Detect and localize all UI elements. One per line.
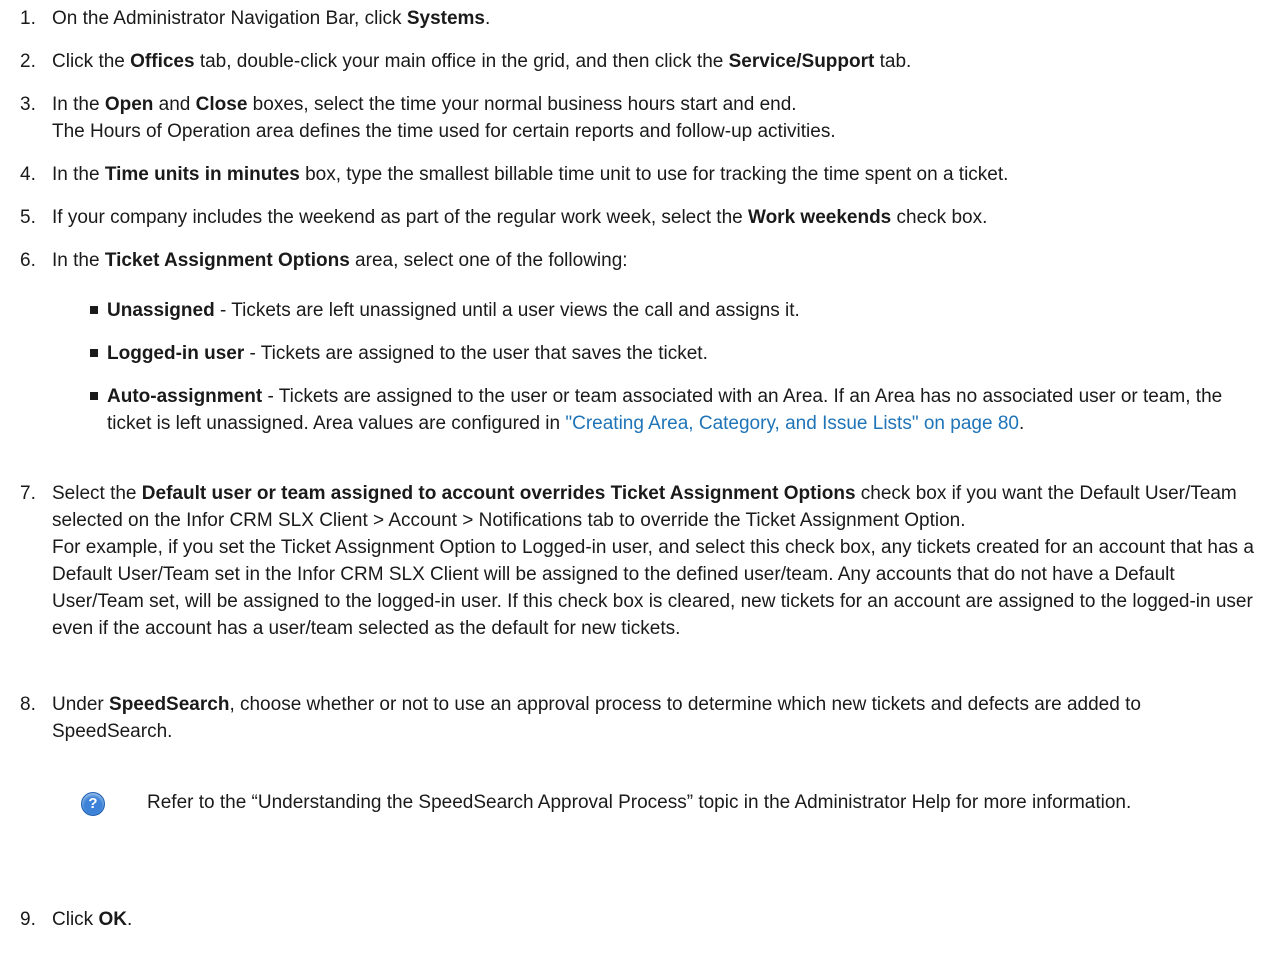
step-5: 5. If your company includes the weekend … <box>20 204 1254 231</box>
bullet-square-icon <box>90 349 98 357</box>
step-text: If your company includes the weekend as … <box>52 207 748 228</box>
option-description: - Tickets are left unassigned until a us… <box>214 300 800 321</box>
bullet-square-icon <box>90 392 98 400</box>
option-auto-assignment: Auto-assignment - Tickets are assigned t… <box>90 383 1254 437</box>
step-text: area, select one of the following: <box>349 250 628 271</box>
ui-term: Default user or team assigned to account… <box>141 483 856 504</box>
step-text: . <box>485 8 491 29</box>
step-text: and <box>153 94 196 115</box>
ui-term: Time units in minutes <box>104 164 300 185</box>
step-text: boxes, select the time your normal busin… <box>247 94 797 115</box>
option-label: Logged-in user <box>107 343 245 364</box>
step-9: 9. Click OK. <box>20 906 1254 933</box>
step-text: Click the <box>52 51 131 72</box>
step-number: 2. <box>20 51 36 72</box>
help-icon: ? <box>81 792 105 816</box>
step-followup-text: The Hours of Operation area defines the … <box>52 121 836 142</box>
ui-term: SpeedSearch <box>109 694 230 715</box>
ui-term: Work weekends <box>747 207 892 228</box>
step-text: tab, double-click your main office in th… <box>194 51 729 72</box>
step-text: Click <box>52 909 99 930</box>
step-6: 6. In the Ticket Assignment Options area… <box>20 247 1254 274</box>
help-note-text: Refer to the “Understanding the SpeedSea… <box>147 792 1132 813</box>
cross-reference-link[interactable]: "Creating Area, Category, and Issue List… <box>565 413 1019 434</box>
ui-term: Open <box>104 94 154 115</box>
ui-term: Ticket Assignment Options <box>104 250 350 271</box>
step-text: On the Administrator Navigation Bar, cli… <box>52 8 407 29</box>
step-3: 3. In the Open and Close boxes, select t… <box>20 91 1254 145</box>
step-number: 8. <box>20 694 36 715</box>
step-8: 8. Under SpeedSearch, choose whether or … <box>20 691 1254 745</box>
step-2: 2. Click the Offices tab, double-click y… <box>20 48 1254 75</box>
option-unassigned: Unassigned - Tickets are left unassigned… <box>90 297 1254 324</box>
step-text: In the <box>52 164 105 185</box>
step-text: box, type the smallest billable time uni… <box>299 164 1009 185</box>
step-number: 4. <box>20 164 36 185</box>
help-note: Refer to the “Understanding the SpeedSea… <box>147 789 1212 816</box>
option-description: - Tickets are assigned to the user that … <box>244 343 708 364</box>
ui-term: Close <box>195 94 248 115</box>
step-number: 1. <box>20 8 36 29</box>
step-text: tab. <box>874 51 912 72</box>
step-number: 5. <box>20 207 36 228</box>
option-logged-in-user: Logged-in user - Tickets are assigned to… <box>90 340 1254 367</box>
step-text: Select the <box>52 483 142 504</box>
bullet-square-icon <box>90 306 98 314</box>
option-description: . <box>1018 413 1025 434</box>
step-text: In the <box>52 250 105 271</box>
step-text: . <box>126 909 133 930</box>
ui-term: Systems <box>406 8 485 29</box>
step-text: check box. <box>891 207 988 228</box>
option-label: Auto-assignment <box>107 386 263 407</box>
ui-term: OK <box>98 909 127 930</box>
step-text: In the <box>52 94 105 115</box>
step-text: Under <box>52 694 110 715</box>
option-label: Unassigned <box>107 300 215 321</box>
ui-term: Offices <box>130 51 195 72</box>
document-page: 1. On the Administrator Navigation Bar, … <box>0 0 1272 957</box>
step-number: 9. <box>20 909 36 930</box>
step-4: 4. In the Time units in minutes box, typ… <box>20 161 1254 188</box>
step-example-text: For example, if you set the Ticket Assig… <box>52 537 1254 639</box>
step-number: 6. <box>20 250 36 271</box>
step-number: 7. <box>20 483 36 504</box>
ui-term: Service/Support <box>728 51 875 72</box>
step-1: 1. On the Administrator Navigation Bar, … <box>20 5 1254 32</box>
step-number: 3. <box>20 94 36 115</box>
step-7: 7. Select the Default user or team assig… <box>20 480 1254 642</box>
